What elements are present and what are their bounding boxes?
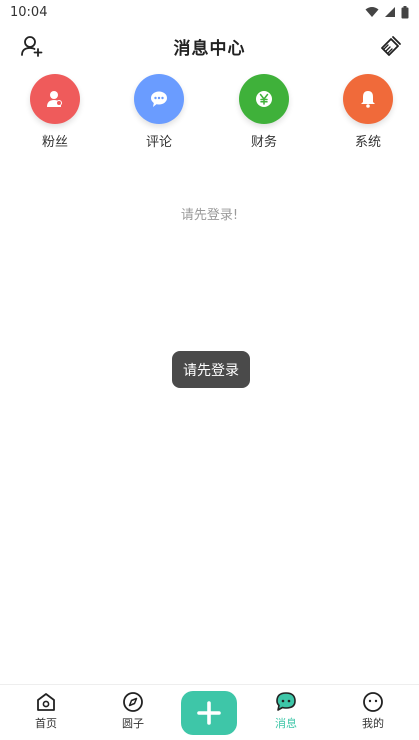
category-comments-circle bbox=[134, 74, 184, 124]
message-icon bbox=[276, 692, 296, 711]
plus-icon bbox=[197, 701, 221, 725]
category-finance[interactable]: 财务 bbox=[234, 74, 294, 150]
category-finance-circle bbox=[239, 74, 289, 124]
category-fans-circle bbox=[30, 74, 80, 124]
message-categories: 粉丝 评论 财务 系统 bbox=[0, 74, 419, 154]
nav-home[interactable]: 首页 bbox=[16, 691, 76, 731]
toast-message: 请先登录 bbox=[172, 351, 250, 388]
nav-messages[interactable]: 消息 bbox=[256, 691, 316, 731]
nav-home-label: 首页 bbox=[35, 717, 57, 730]
category-system-circle bbox=[343, 74, 393, 124]
broom-clear-icon[interactable] bbox=[379, 34, 403, 58]
category-comments[interactable]: 评论 bbox=[129, 74, 189, 150]
nav-profile[interactable]: 我的 bbox=[343, 691, 403, 731]
page-title: 消息中心 bbox=[173, 38, 246, 59]
chat-bubble-icon bbox=[151, 91, 167, 107]
status-time: 10:04 bbox=[10, 4, 48, 20]
category-fans[interactable]: 粉丝 bbox=[25, 74, 85, 150]
category-finance-label: 财务 bbox=[250, 135, 277, 150]
add-post-button[interactable] bbox=[181, 691, 237, 735]
bottom-nav: 首页 圆子 消息 我的 bbox=[0, 684, 419, 740]
wifi-icon bbox=[365, 7, 379, 17]
category-system[interactable]: 系统 bbox=[338, 74, 398, 150]
empty-state-text: 请先登录! bbox=[180, 208, 239, 223]
battery-icon bbox=[401, 5, 409, 18]
nav-messages-label: 消息 bbox=[275, 717, 297, 730]
compass-icon bbox=[123, 692, 143, 712]
signal-icon bbox=[385, 7, 395, 17]
header: 消息中心 bbox=[0, 26, 419, 66]
status-bar: 10:04 bbox=[0, 0, 419, 24]
message-center-screen: 10:04 消息中心 粉丝 评论 财务 系统 请先登录! 请先登录 首页 圆子 … bbox=[0, 0, 419, 740]
nav-circle-label: 圆子 bbox=[122, 717, 144, 730]
profile-face-icon bbox=[363, 692, 383, 712]
home-icon bbox=[37, 693, 55, 711]
category-fans-label: 粉丝 bbox=[41, 135, 68, 150]
user-badge-icon bbox=[47, 91, 62, 107]
category-comments-label: 评论 bbox=[145, 135, 172, 150]
nav-circle[interactable]: 圆子 bbox=[103, 691, 163, 731]
nav-profile-label: 我的 bbox=[362, 717, 384, 730]
yen-icon bbox=[256, 91, 272, 107]
status-icons bbox=[365, 5, 409, 19]
bell-icon bbox=[361, 91, 375, 108]
add-user-icon[interactable] bbox=[20, 34, 44, 58]
category-system-label: 系统 bbox=[354, 135, 381, 150]
